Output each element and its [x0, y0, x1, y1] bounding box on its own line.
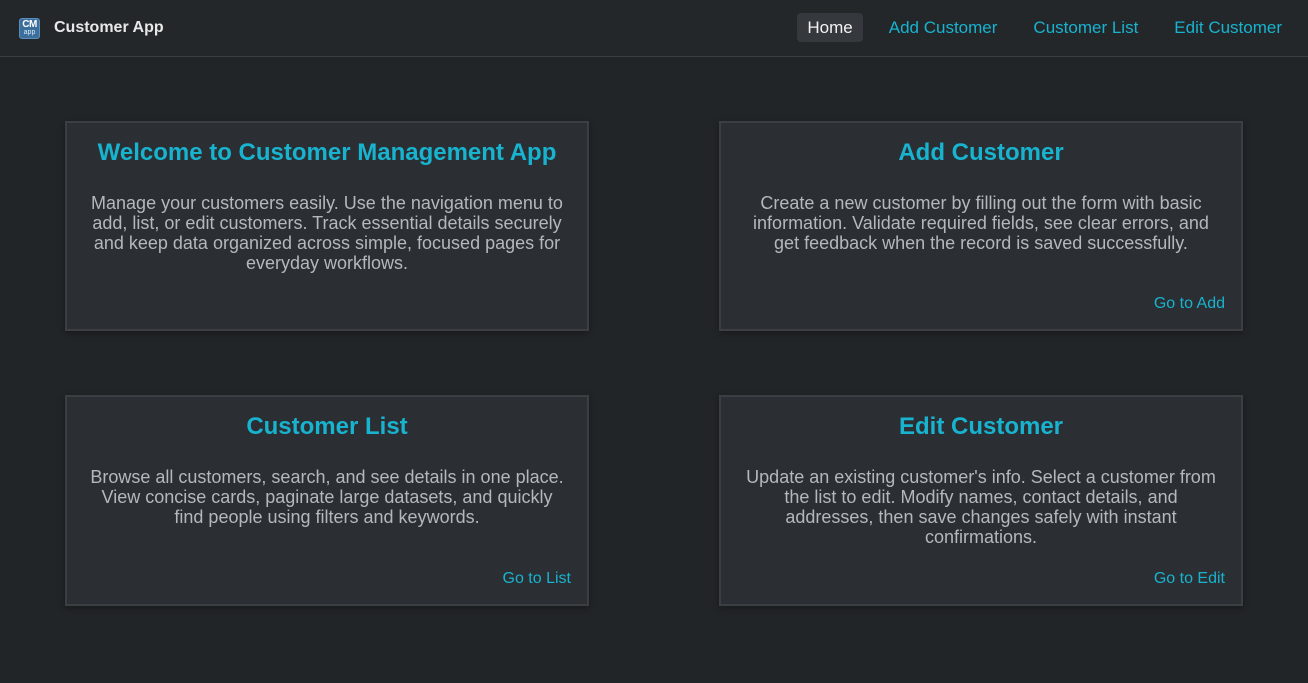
- add-customer-card-title: Add Customer: [898, 139, 1064, 166]
- customer-list-card-text: Browse all customers, search, and see de…: [90, 467, 564, 527]
- nav-home-link[interactable]: Home: [797, 13, 863, 42]
- logo-text-bottom: app: [23, 29, 36, 36]
- nav-customer-list-link[interactable]: Customer List: [1023, 13, 1148, 42]
- go-to-edit-link[interactable]: Go to Edit: [1154, 570, 1225, 588]
- nav-add-customer-link[interactable]: Add Customer: [879, 13, 1008, 42]
- app-logo-icon: CM app: [19, 17, 40, 39]
- edit-customer-card: Edit Customer Update an existing custome…: [719, 395, 1243, 606]
- edit-customer-card-title: Edit Customer: [898, 413, 1063, 440]
- brand[interactable]: CM app Customer App: [19, 17, 164, 39]
- go-to-add-link[interactable]: Go to Add: [1154, 295, 1225, 313]
- welcome-card-title: Welcome to Customer Management App: [97, 139, 557, 166]
- welcome-card: Welcome to Customer Management App Manag…: [65, 121, 589, 331]
- customer-list-card: Customer List Browse all customers, sear…: [65, 395, 589, 606]
- main-nav: Home Add Customer Customer List Edit Cus…: [797, 13, 1308, 42]
- go-to-list-link[interactable]: Go to List: [503, 570, 571, 588]
- customer-list-card-title: Customer List: [246, 413, 408, 440]
- edit-customer-card-text: Update an existing customer's info. Sele…: [746, 467, 1216, 547]
- top-navbar: CM app Customer App Home Add Customer Cu…: [0, 0, 1308, 57]
- app-name: Customer App: [54, 19, 164, 36]
- add-customer-card-text: Create a new customer by filling out the…: [753, 193, 1209, 253]
- nav-edit-customer-link[interactable]: Edit Customer: [1164, 13, 1292, 42]
- add-customer-card: Add Customer Create a new customer by fi…: [719, 121, 1243, 331]
- welcome-card-text: Manage your customers easily. Use the na…: [91, 193, 563, 273]
